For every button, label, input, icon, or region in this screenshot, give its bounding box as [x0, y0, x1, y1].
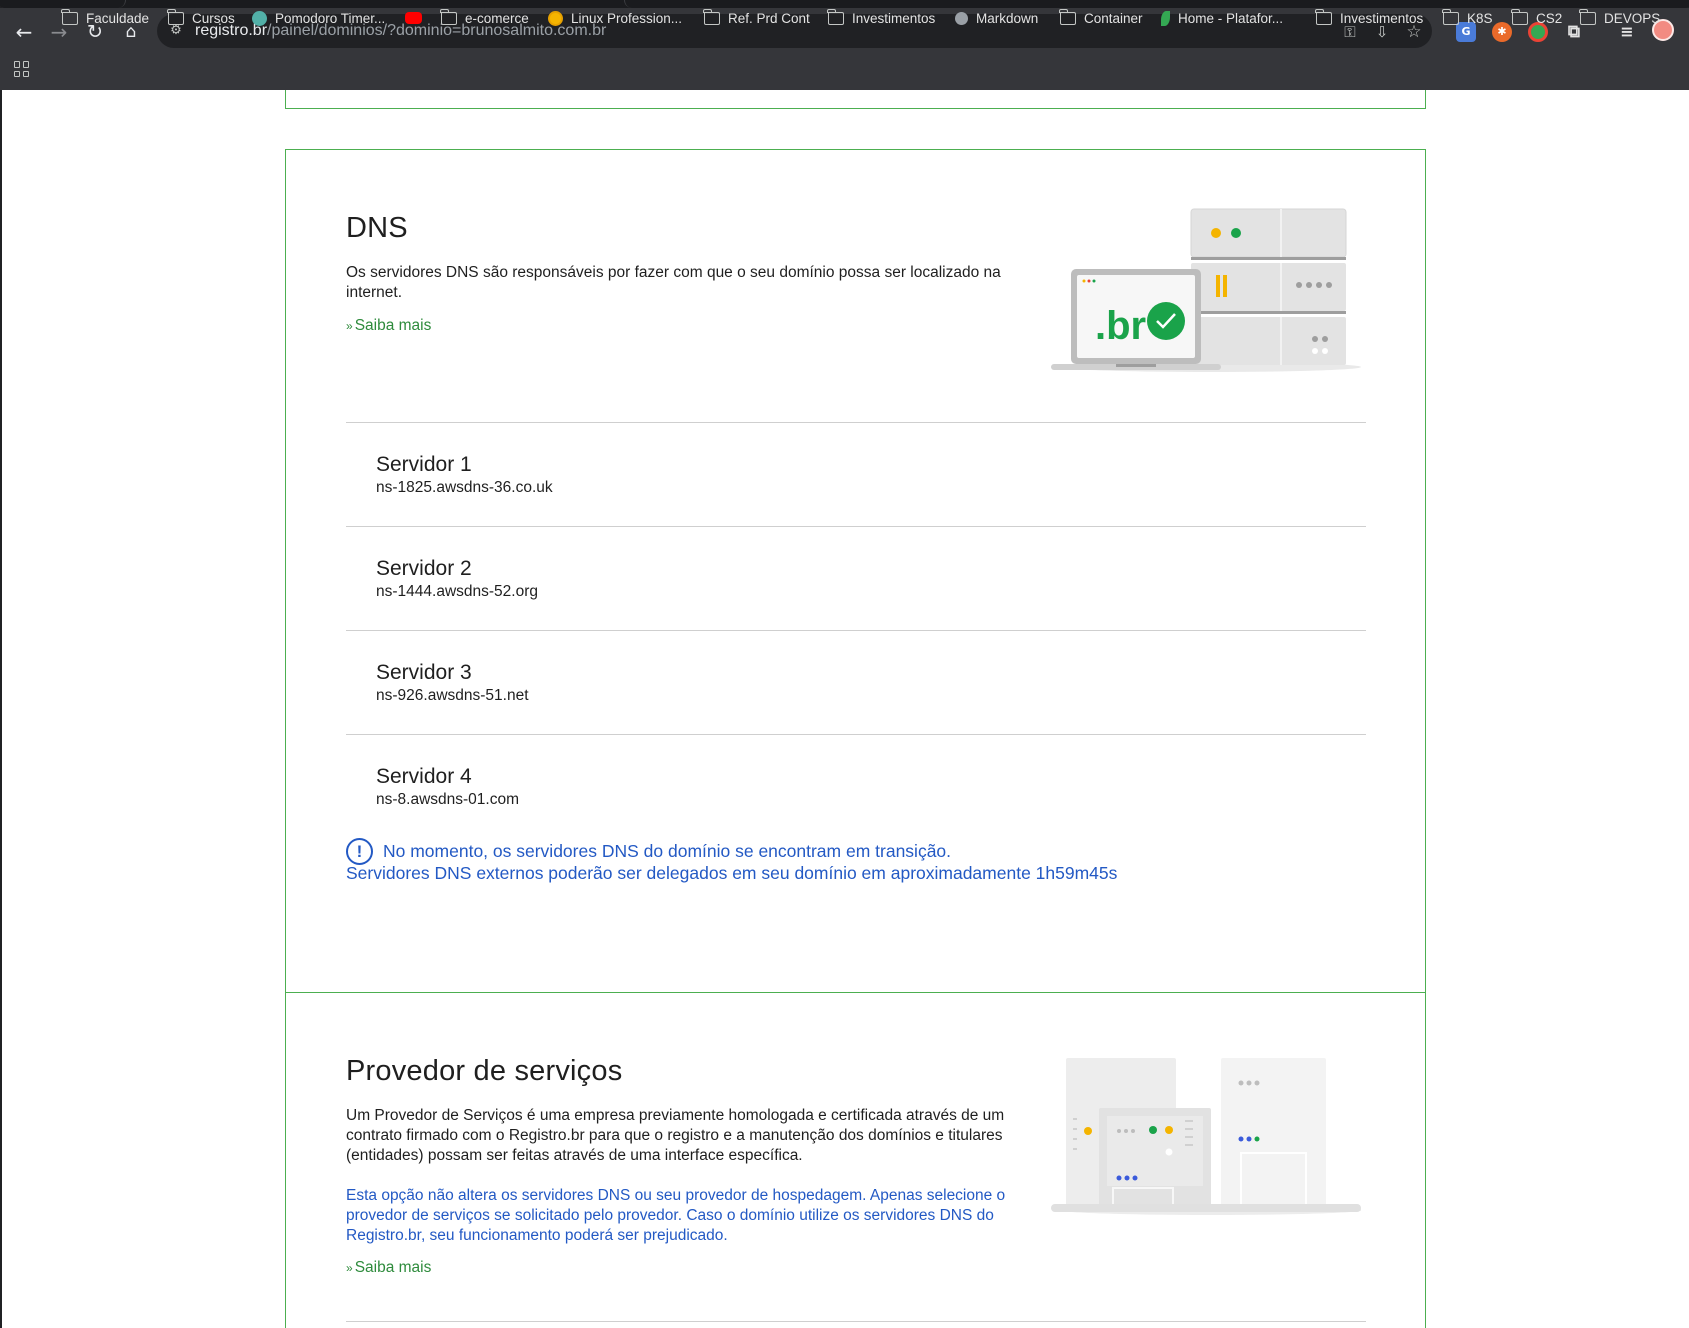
dns-servers-illustration: .br [1051, 208, 1361, 372]
bookmark-investimentos-2[interactable]: Investimentos [1315, 7, 1424, 29]
servers-divider [346, 630, 1366, 631]
saiba-mais-label: Saiba mais [354, 317, 432, 334]
servers-divider [346, 734, 1366, 735]
dns-saiba-mais-link[interactable]: » Saiba mais [346, 317, 431, 335]
raquo-icon: » [346, 1261, 353, 1275]
server-label: Servidor 4 [376, 765, 472, 788]
bookmark-label: Linux Profession... [571, 10, 683, 26]
dns-title: DNS [346, 212, 408, 244]
bookmark-label: e-comerce [465, 10, 529, 26]
bookmark-label: Investimentos [852, 10, 936, 26]
provider-note: Esta opção não altera os servidores DNS … [346, 1187, 1006, 1244]
previous-section-card [285, 90, 1426, 109]
provider-title: Provedor de serviços [346, 1055, 623, 1087]
br-logo-text: .br [1095, 304, 1146, 348]
bookmark-label: Ref. Prd Cont [728, 10, 810, 26]
dns-card: DNS Os servidores DNS são responsáveis p… [285, 149, 1426, 1052]
bookmark-ecomerce[interactable]: e-comerce [440, 7, 529, 29]
linux-professional-icon [548, 10, 563, 26]
bookmark-ref-prd-cont[interactable]: Ref. Prd Cont [703, 7, 810, 29]
server-hostname: ns-8.awsdns-01.com [376, 791, 520, 808]
bookmark-label: Investimentos [1340, 10, 1424, 26]
folder-icon [61, 8, 78, 25]
saiba-mais-label: Saiba mais [354, 1259, 432, 1276]
servers-divider [346, 422, 1366, 423]
server-hostname: ns-926.awsdns-51.net [376, 687, 529, 704]
browser-chrome: ← → ↻ ⌂ ⚙ registro.br/painel/dominios/?d… [0, 0, 1689, 90]
server-2: Servidor 2 ns-1444.awsdns-52.org [376, 556, 538, 602]
server-1: Servidor 1 ns-1825.awsdns-36.co.uk [376, 452, 553, 498]
bookmark-label: Cursos [192, 10, 235, 26]
bookmark-cursos[interactable]: Cursos [167, 7, 235, 29]
bookmark-label: Container [1084, 10, 1143, 26]
folder-icon [1059, 8, 1076, 25]
alert-line-1: No momento, os servidores DNS do domínio… [383, 841, 952, 861]
apps-grid-icon[interactable] [14, 61, 30, 77]
bookmark-faculdade[interactable]: Faculdade [61, 7, 150, 29]
server-4: Servidor 4 ns-8.awsdns-01.com [376, 764, 519, 810]
dns-description: Os servidores DNS são responsáveis por f… [346, 264, 1001, 301]
bookmark-home-plataforma[interactable]: Home - Platafor... [1161, 7, 1283, 29]
bookmark-container[interactable]: Container [1059, 7, 1143, 29]
provider-saiba-mais-link[interactable]: » Saiba mais [346, 1259, 431, 1277]
server-label: Servidor 1 [376, 453, 472, 476]
folder-icon [1579, 8, 1596, 25]
markdown-icon [955, 11, 968, 25]
pomodoro-check-icon [252, 10, 267, 26]
server-label: Servidor 2 [376, 557, 472, 580]
bookmark-pomodoro[interactable]: Pomodoro Timer... [252, 7, 385, 29]
server-hostname: ns-1825.awsdns-36.co.uk [376, 479, 553, 496]
extension-orange-icon[interactable]: ✱ [1492, 22, 1512, 42]
folder-icon [1442, 8, 1459, 25]
bookmark-label: Markdown [976, 10, 1039, 26]
bookmark-investimentos[interactable]: Investimentos [827, 7, 936, 29]
bookmark-label: CS2 [1536, 10, 1563, 26]
server-hostname: ns-1444.awsdns-52.org [376, 583, 538, 600]
folder-icon [440, 8, 457, 25]
folder-icon [167, 8, 184, 25]
folder-icon [703, 8, 720, 25]
raquo-icon: » [346, 319, 353, 333]
provider-divider [346, 1321, 1366, 1322]
server-3: Servidor 3 ns-926.awsdns-51.net [376, 660, 529, 706]
bookmark-cs2[interactable]: CS2 [1511, 7, 1563, 29]
bookmark-markdown[interactable]: Markdown [955, 7, 1038, 29]
folder-icon [1511, 8, 1528, 25]
bookmark-devops[interactable]: DEVOPS [1579, 7, 1661, 29]
bookmark-label: Faculdade [86, 10, 150, 26]
bookmark-label: Home - Platafor... [1178, 10, 1284, 26]
info-exclamation-icon: ! [346, 838, 373, 865]
bookmark-label: K8S [1467, 10, 1493, 26]
bookmark-label: DEVOPS [1604, 10, 1661, 26]
youtube-icon [405, 12, 422, 24]
service-provider-illustration [1051, 1058, 1361, 1215]
page-content: DNS Os servidores DNS são responsáveis p… [0, 90, 1689, 1328]
bookmark-linux-professional[interactable]: Linux Profession... [548, 7, 682, 29]
provider-description: Um Provedor de Serviços é uma empresa pr… [346, 1107, 1005, 1164]
service-provider-card: Provedor de serviços Um Provedor de Serv… [285, 992, 1426, 1328]
folder-icon [1315, 8, 1332, 25]
bookmark-k8s[interactable]: K8S [1442, 7, 1493, 29]
leaf-icon [1161, 10, 1170, 26]
servers-divider [346, 526, 1366, 527]
server-label: Servidor 3 [376, 661, 472, 684]
alert-line-2: Servidores DNS externos poderão ser dele… [346, 863, 1118, 883]
bookmarks-bar [0, 54, 1689, 90]
bookmark-youtube[interactable] [405, 7, 430, 29]
back-icon[interactable]: ← [13, 21, 35, 43]
bookmark-label: Pomodoro Timer... [275, 10, 386, 26]
folder-icon [827, 8, 844, 25]
window-edge [0, 90, 2, 1328]
